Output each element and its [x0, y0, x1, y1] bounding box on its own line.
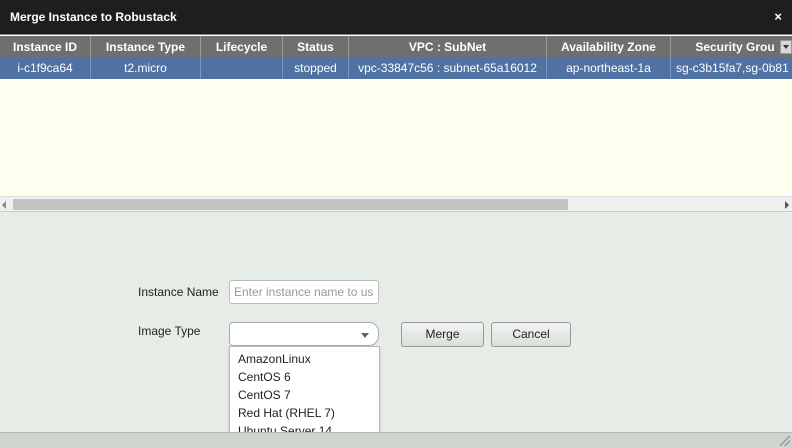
image-type-select[interactable] — [229, 322, 379, 346]
arrow-left-icon[interactable] — [2, 201, 6, 209]
column-header-instance-id[interactable]: Instance ID — [0, 36, 91, 58]
image-type-option[interactable]: CentOS 7 — [230, 386, 379, 404]
cell-status: stopped — [283, 58, 349, 79]
column-header-vpc-subnet[interactable]: VPC : SubNet — [349, 36, 547, 58]
dialog-titlebar[interactable]: Merge Instance to Robustack × — [0, 0, 792, 34]
column-header-availability-zone[interactable]: Availability Zone — [547, 36, 671, 58]
table-row[interactable]: i-c1f9ca64 t2.micro stopped vpc-33847c56… — [0, 58, 792, 79]
image-type-dropdown: AmazonLinux CentOS 6 CentOS 7 Red Hat (R… — [229, 346, 380, 443]
merge-button[interactable]: Merge — [401, 322, 484, 347]
close-icon[interactable]: × — [774, 9, 782, 24]
cell-instance-type: t2.micro — [91, 58, 201, 79]
arrow-right-icon[interactable] — [785, 201, 789, 209]
cell-security-group: sg-c3b15fa7,sg-0b81 — [671, 58, 792, 79]
grid-header: Instance ID Instance Type Lifecycle Stat… — [0, 36, 792, 58]
instance-grid: Instance ID Instance Type Lifecycle Stat… — [0, 34, 792, 196]
column-header-instance-type[interactable]: Instance Type — [91, 36, 201, 58]
scrollbar-thumb[interactable] — [13, 199, 568, 210]
column-header-security-group[interactable]: Security Grou — [671, 36, 792, 58]
cancel-button[interactable]: Cancel — [491, 322, 571, 347]
column-header-lifecycle[interactable]: Lifecycle — [201, 36, 283, 58]
cell-availability-zone: ap-northeast-1a — [547, 58, 671, 79]
image-type-option[interactable]: AmazonLinux — [230, 350, 379, 368]
instance-name-label: Instance Name — [138, 285, 219, 299]
dialog-title: Merge Instance to Robustack — [10, 10, 177, 24]
chevron-down-icon[interactable] — [780, 40, 792, 54]
column-header-security-group-label: Security Grou — [695, 40, 775, 54]
caret-down-icon — [361, 333, 369, 338]
image-type-option[interactable]: CentOS 6 — [230, 368, 379, 386]
cell-vpc-subnet: vpc-33847c56 : subnet-65a16012 — [349, 58, 547, 79]
column-header-status[interactable]: Status — [283, 36, 349, 58]
cell-instance-id: i-c1f9ca64 — [0, 58, 91, 79]
image-type-label: Image Type — [138, 324, 201, 338]
dialog-footer — [0, 432, 792, 447]
image-type-option[interactable]: Red Hat (RHEL 7) — [230, 404, 379, 422]
resize-grip-icon[interactable] — [780, 436, 790, 446]
horizontal-scrollbar[interactable] — [0, 196, 792, 212]
instance-name-input[interactable] — [229, 280, 379, 304]
cell-lifecycle — [201, 58, 283, 79]
